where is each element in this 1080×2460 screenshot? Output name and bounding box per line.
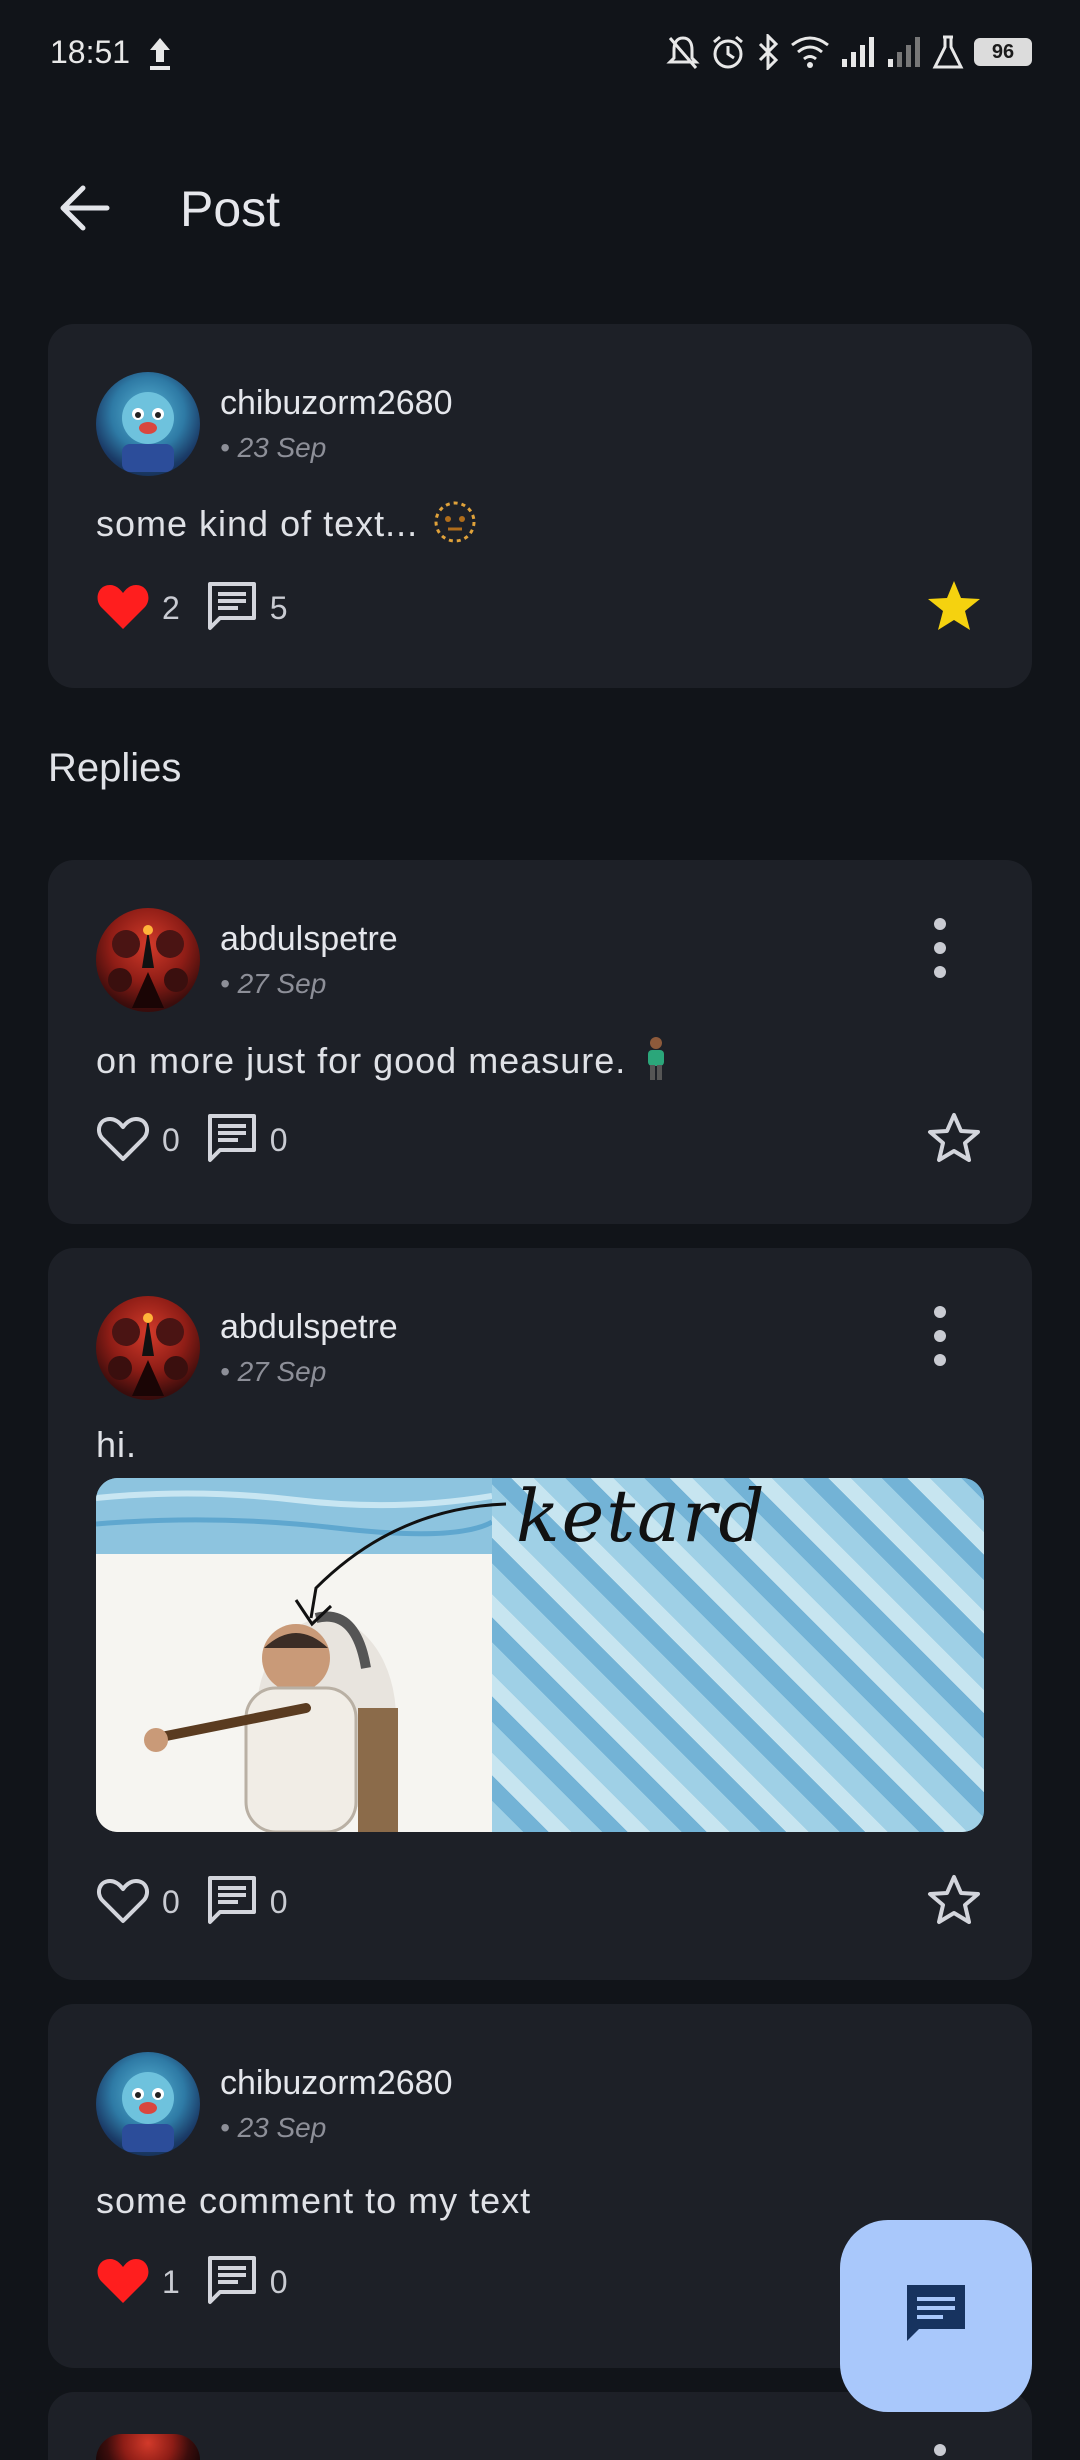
more-vert-dot — [934, 1354, 946, 1366]
like-button[interactable]: 2 — [96, 578, 180, 638]
reply-text: on more just for good measure. — [96, 1036, 671, 1091]
heart-outline-icon — [96, 1113, 150, 1168]
back-button[interactable] — [52, 177, 118, 243]
comment-button[interactable]: 0 — [206, 1872, 288, 1932]
image-caption: ketard — [516, 1478, 767, 1558]
like-count: 2 — [162, 589, 180, 626]
dotted-face-emoji-icon — [433, 500, 477, 553]
favorite-button[interactable] — [924, 1872, 984, 1932]
like-count: 1 — [162, 2263, 180, 2300]
avatar[interactable] — [96, 908, 200, 1012]
star-outline-icon — [926, 1111, 982, 1170]
reply-text: hi. — [96, 1424, 138, 1465]
like-count: 0 — [162, 1883, 180, 1920]
post-username[interactable]: chibuzorm2680 — [220, 384, 452, 423]
reply-date: • 27 Sep — [220, 1356, 327, 1387]
post-text: some kind of text... — [96, 500, 477, 553]
post-card: chibuzorm2680 • 23 Sep some kind of text… — [48, 324, 1032, 688]
reply-text: some comment to my text — [96, 2180, 532, 2221]
reply-date: • 23 Sep — [220, 2112, 327, 2143]
favorite-button[interactable] — [924, 1110, 984, 1170]
signal-2-icon — [886, 35, 922, 69]
reply-actions: 0 0 — [96, 1110, 314, 1170]
flask-icon — [932, 35, 964, 69]
bluetooth-icon — [756, 34, 780, 70]
reply-image[interactable]: ketard — [96, 1478, 984, 1832]
comment-button[interactable]: 5 — [206, 578, 288, 638]
reply-card: abdulspetre • 27 Sep hi. ketard 0 0 — [48, 1248, 1032, 1980]
page-title: Post — [180, 181, 281, 237]
signal-icon — [840, 35, 876, 69]
more-vert-dot — [934, 1330, 946, 1342]
reply-actions: 1 0 — [96, 2252, 314, 2312]
avatar[interactable] — [96, 2434, 200, 2460]
alarm-icon — [710, 34, 746, 70]
app-bar: Post — [0, 150, 1080, 270]
comment-count: 0 — [269, 1883, 288, 1920]
comment-icon — [206, 1874, 258, 1931]
status-time: 18:51 — [50, 34, 131, 70]
more-vert-dot — [934, 942, 946, 954]
comment-button[interactable]: 0 — [206, 2252, 288, 2312]
chat-icon — [901, 2279, 971, 2354]
reply-text-content: on more just for good measure. — [96, 1040, 627, 1082]
comment-count: 0 — [269, 1121, 288, 1158]
like-button[interactable]: 1 — [96, 2252, 180, 2312]
reply-fab-button[interactable] — [840, 2220, 1032, 2412]
arrow-left-icon — [57, 180, 113, 241]
mute-icon — [666, 34, 700, 70]
comment-count: 0 — [269, 2263, 288, 2300]
reply-username[interactable]: chibuzorm2680 — [220, 2064, 452, 2103]
star-outline-icon — [926, 1873, 982, 1932]
reply-username[interactable]: abdulspetre — [220, 1308, 398, 1347]
reply-actions: 0 0 — [96, 1872, 314, 1932]
comment-count: 5 — [269, 589, 288, 626]
more-vert-icon — [934, 918, 946, 930]
post-date: • 23 Sep — [220, 432, 327, 463]
more-vert-dot — [934, 966, 946, 978]
post-actions: 2 5 — [96, 578, 314, 638]
heart-icon — [96, 2255, 150, 2310]
more-options-button[interactable] — [928, 1306, 952, 1366]
like-count: 0 — [162, 1121, 180, 1158]
star-icon — [926, 579, 982, 638]
like-button[interactable]: 0 — [96, 1872, 180, 1932]
battery-level: 96 — [991, 40, 1015, 63]
wifi-icon — [790, 35, 830, 69]
replies-heading: Replies — [48, 746, 182, 790]
avatar[interactable] — [96, 1296, 200, 1400]
avatar[interactable] — [96, 2052, 200, 2156]
status-icons: 96 — [666, 34, 1032, 70]
more-options-button[interactable] — [928, 918, 952, 978]
reply-card: abdulspetre • 27 Sep on more just for go… — [48, 860, 1032, 1224]
heart-outline-icon — [96, 1875, 150, 1930]
comment-button[interactable]: 0 — [206, 1110, 288, 1170]
status-bar: 18:51 96 — [0, 0, 1080, 110]
comment-icon — [206, 580, 258, 637]
more-vert-icon — [934, 2444, 946, 2456]
reply-date: • 27 Sep — [220, 968, 327, 999]
heart-icon — [96, 581, 150, 636]
like-button[interactable]: 0 — [96, 1110, 180, 1170]
avatar[interactable] — [96, 372, 200, 476]
reply-username[interactable]: abdulspetre — [220, 920, 398, 959]
comment-icon — [206, 1112, 258, 1169]
post-text-content: some kind of text... — [96, 503, 419, 545]
more-vert-icon — [934, 1306, 946, 1318]
favorite-button[interactable] — [924, 578, 984, 638]
person-standing-emoji-icon — [641, 1036, 671, 1091]
more-options-button[interactable] — [928, 2444, 952, 2460]
comment-icon — [206, 2254, 258, 2311]
upload-icon — [146, 36, 174, 72]
battery-icon: 96 — [974, 38, 1032, 66]
